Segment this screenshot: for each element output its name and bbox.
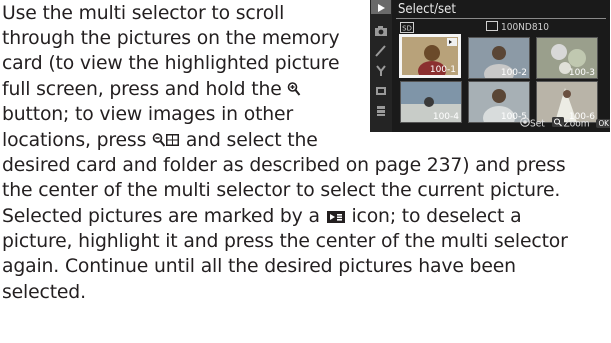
thumbnail-label: 100-2: [500, 68, 527, 78]
folder-label: 100ND810: [501, 22, 549, 33]
text-line: Use the multi selector to scroll: [2, 3, 285, 24]
thumbnail-label: 100-1: [429, 65, 456, 75]
text-line: the center of the multi selector to sele…: [2, 180, 561, 201]
thumbnail-100-4[interactable]: 100-4: [400, 81, 462, 123]
text-line: through the pictures on the memory: [2, 28, 340, 49]
shooting-menu-icon: [374, 22, 388, 36]
card-slot-indicator: SD: [400, 22, 414, 33]
text-segment: icon; to deselect a: [345, 206, 522, 227]
text-segment: Selected pictures are marked by a: [2, 206, 326, 227]
setup-menu-icon: [374, 62, 388, 76]
menu-sidebar: [370, 0, 392, 132]
my-menu-icon: [374, 102, 388, 116]
title-divider: [396, 18, 606, 19]
thumbnail-label: 100-4: [432, 112, 459, 122]
folder-icon: [486, 21, 498, 31]
text-line: Selected pictures are marked by a icon; …: [2, 204, 522, 229]
selection-flag-icon: [326, 210, 346, 224]
thumbnail-100-3[interactable]: 100-3: [536, 37, 598, 79]
text-line: full screen, press and hold the: [2, 77, 301, 102]
text-segment: and select the: [180, 130, 318, 151]
zoom-in-icon: [287, 81, 301, 97]
text-line: button; to view images in other: [2, 104, 294, 125]
zoom-hint-label: Zoom: [563, 118, 590, 130]
text-line: again. Continue until all the desired pi…: [2, 256, 516, 277]
text-segment: locations, press: [2, 130, 153, 151]
zoom-button-icon: [551, 117, 564, 130]
text-line: picture, highlight it and press the cent…: [2, 231, 568, 252]
multi-selector-center-icon: [520, 117, 530, 130]
text-line: locations, press and select the: [2, 128, 318, 153]
thumbnail-100-1[interactable]: 100-1: [399, 34, 461, 78]
screen-title: Select/set: [398, 2, 456, 17]
svg-text:SD: SD: [402, 25, 412, 33]
zoom-out-thumbnail-icon: [152, 132, 180, 148]
folder-name: 100ND810: [486, 21, 549, 33]
text-line: selected.: [2, 282, 86, 303]
camera-lcd-screen: Select/set SD 100ND810 100-1 100-2 100-3…: [370, 0, 610, 132]
thumbnail-100-2[interactable]: 100-2: [468, 37, 530, 79]
set-hint-label: Set: [530, 118, 545, 130]
retouch-menu-icon: [374, 82, 388, 95]
custom-settings-icon: [374, 42, 388, 57]
selection-flag-icon: [447, 38, 457, 46]
button-hints: Set Zoom OKOK: [520, 117, 610, 130]
text-line: desired card and folder as described on …: [2, 155, 566, 176]
thumbnail-label: 100-3: [568, 68, 595, 78]
playback-menu-icon: [371, 0, 391, 14]
ok-button-chip: OK: [596, 118, 610, 128]
text-line: card (to view the highlighted picture: [2, 53, 340, 74]
text-segment: full screen, press and hold the: [2, 79, 288, 100]
